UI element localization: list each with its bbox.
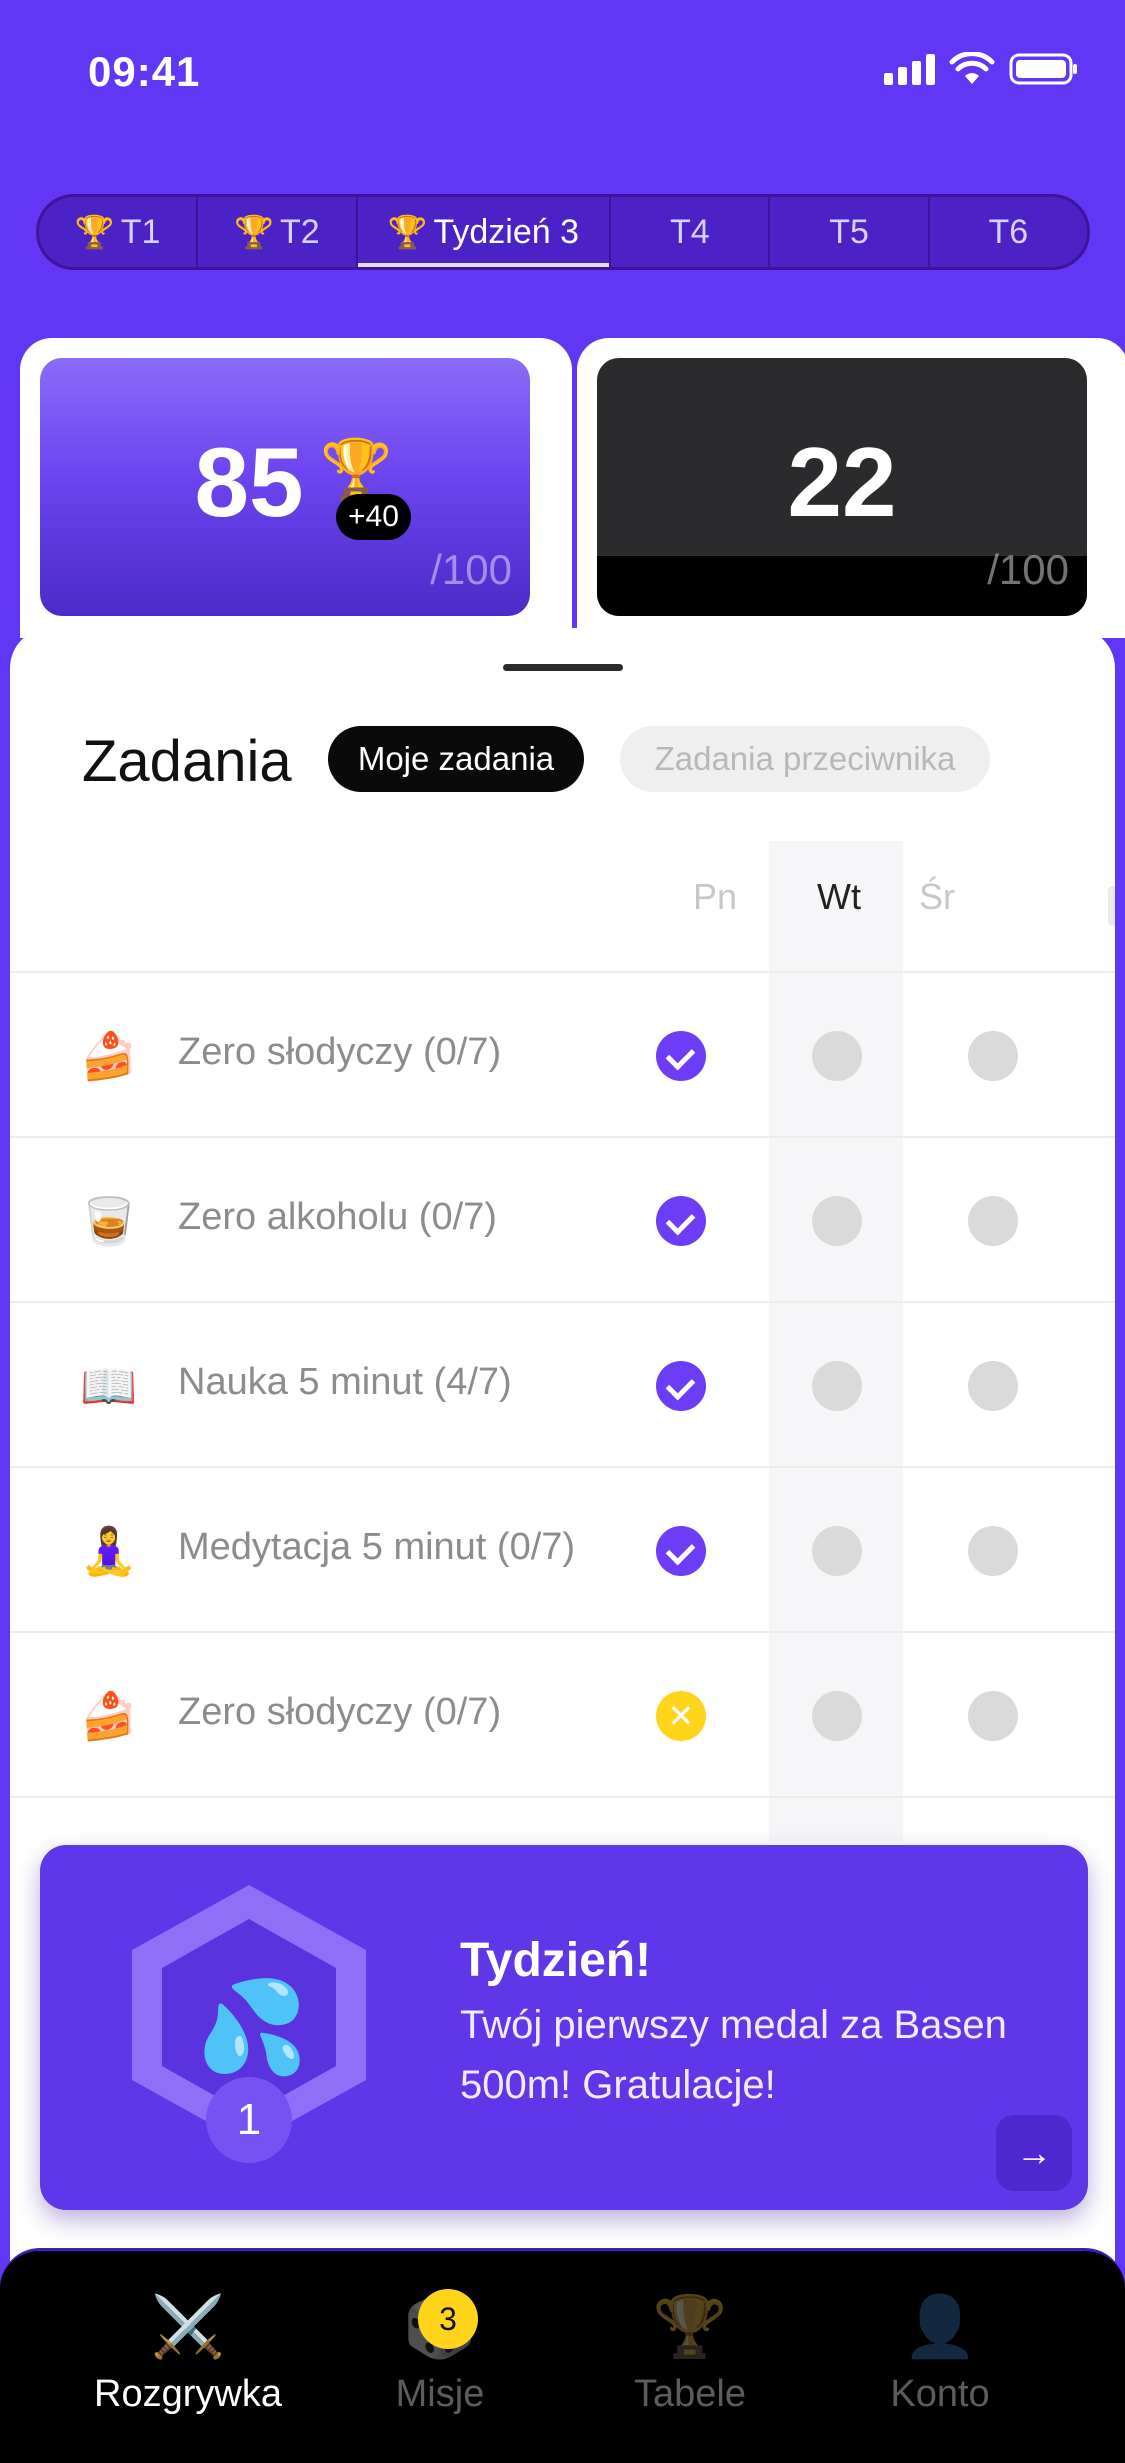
trophy-icon: 🏆 bbox=[234, 214, 274, 250]
check-icon[interactable] bbox=[656, 1196, 706, 1246]
status-bar: 09:41 bbox=[0, 0, 1125, 140]
week-tab-label: Tydzień 3 bbox=[433, 212, 580, 251]
check-icon[interactable] bbox=[656, 1526, 706, 1576]
tasks-title: Zadania bbox=[82, 729, 292, 794]
empty-day-dot[interactable] bbox=[812, 1691, 862, 1741]
nav-item-tabele[interactable]: 🏆 Tabele bbox=[570, 2291, 810, 2416]
scroll-hint bbox=[1108, 886, 1115, 926]
arrow-right-icon[interactable]: → bbox=[996, 2115, 1072, 2191]
water-drops-icon: 💦 bbox=[196, 1978, 309, 2078]
sheet-drag-handle[interactable] bbox=[503, 664, 623, 671]
medal-number: 1 bbox=[206, 2077, 292, 2163]
signal-icon bbox=[884, 53, 935, 85]
my-tasks-filter[interactable]: Moje zadania bbox=[328, 726, 584, 792]
my-score-max: /100 bbox=[430, 546, 512, 593]
empty-day-dot[interactable] bbox=[812, 1526, 862, 1576]
notification-badge: 3 bbox=[418, 2289, 478, 2349]
nav-item-misje[interactable]: 🎲Misje3 bbox=[320, 2289, 560, 2416]
cross-icon[interactable]: ✕ bbox=[656, 1691, 706, 1741]
my-score-panel: 85 🏆 +40 /100 bbox=[20, 338, 572, 638]
week-tabs: 🏆 T1 🏆 T2 🏆 Tydzień 3 T4 T5 T6 bbox=[36, 194, 1090, 270]
task-emoji-icon: 🍰 bbox=[80, 1030, 138, 1082]
task-row[interactable]: 🍰 Zero słodyczy (0/7) ✕ bbox=[10, 1631, 1115, 1796]
banner-text: Twój pierwszy medal za Basen 500m! Gratu… bbox=[460, 2003, 1007, 2107]
nav-item-label: Rozgrywka bbox=[94, 2373, 282, 2415]
check-icon[interactable] bbox=[656, 1361, 706, 1411]
task-emoji-icon: 🥃 bbox=[80, 1195, 138, 1247]
week-tab-label: T6 bbox=[988, 212, 1029, 251]
bottom-nav: ⚔️Rozgrywka🎲Misje3🏆Tabele👤Konto bbox=[0, 2248, 1125, 2463]
task-label: Zero słodyczy (0/7) bbox=[178, 1691, 502, 1733]
bonus-badge: +40 bbox=[336, 494, 411, 540]
status-time: 09:41 bbox=[88, 48, 201, 95]
task-row-divider bbox=[10, 1796, 1115, 1798]
opponent-score-max: /100 bbox=[987, 546, 1069, 593]
task-row[interactable]: 📖 Nauka 5 minut (4/7) bbox=[10, 1301, 1115, 1466]
task-row[interactable]: 🍰 Zero słodyczy (0/7) bbox=[10, 971, 1115, 1136]
task-row[interactable]: 🥃 Zero alkoholu (0/7) bbox=[10, 1136, 1115, 1301]
opponent-tasks-filter[interactable]: Zadania przeciwnika bbox=[620, 726, 990, 792]
week-tab-label: T2 bbox=[279, 212, 320, 251]
medal-banner[interactable]: 💦 1 Tydzień! Twój pierwszy medal za Base… bbox=[40, 1845, 1088, 2210]
empty-day-dot[interactable] bbox=[968, 1196, 1018, 1246]
task-row[interactable]: 🧘‍♀️ Medytacja 5 minut (0/7) bbox=[10, 1466, 1115, 1631]
task-emoji-icon: 📖 bbox=[80, 1360, 138, 1412]
day-header: Wt bbox=[817, 876, 861, 917]
week-tab[interactable]: 🏆 T1 bbox=[39, 197, 199, 267]
opponent-score-panel: 22 /100 bbox=[577, 338, 1125, 638]
empty-day-dot[interactable] bbox=[968, 1031, 1018, 1081]
week-tab[interactable]: T4 bbox=[611, 197, 771, 267]
task-emoji-icon: 🍰 bbox=[80, 1690, 138, 1742]
trophy-icon: 🏆 bbox=[387, 214, 428, 250]
wifi-icon bbox=[949, 52, 995, 84]
week-tab-label: T4 bbox=[669, 212, 710, 251]
banner-title: Tydzień! bbox=[460, 1934, 652, 1987]
my-score-value: 85 bbox=[194, 427, 304, 537]
day-header: Śr bbox=[919, 876, 955, 917]
check-icon[interactable] bbox=[656, 1031, 706, 1081]
task-label: Zero alkoholu (0/7) bbox=[178, 1196, 497, 1238]
battery-icon bbox=[1009, 53, 1077, 85]
nav-item-label: Konto bbox=[890, 2373, 990, 2415]
nav-item-label: Misje bbox=[395, 2373, 485, 2415]
nav-item-label: Tabele bbox=[634, 2373, 746, 2415]
status-icons bbox=[884, 52, 1079, 86]
week-tab[interactable]: T6 bbox=[930, 197, 1087, 267]
week-tab[interactable]: T5 bbox=[770, 197, 930, 267]
week-tab-label: T1 bbox=[120, 212, 161, 251]
trophy-icon: 🏆 bbox=[652, 2293, 728, 2360]
week-tab[interactable]: 🏆 T2 bbox=[198, 197, 358, 267]
empty-day-dot[interactable] bbox=[968, 1691, 1018, 1741]
my-score-card[interactable]: 85 🏆 +40 /100 bbox=[40, 358, 530, 616]
empty-day-dot[interactable] bbox=[812, 1196, 862, 1246]
swords-icon: ⚔️ bbox=[150, 2293, 226, 2360]
day-headers: Pn Wt Śr bbox=[10, 876, 1115, 936]
empty-day-dot[interactable] bbox=[812, 1361, 862, 1411]
week-tab-label: T5 bbox=[829, 212, 869, 251]
day-header: Pn bbox=[692, 876, 738, 917]
empty-day-dot[interactable] bbox=[968, 1361, 1018, 1411]
task-emoji-icon: 🧘‍♀️ bbox=[80, 1525, 138, 1577]
trophy-icon: 🏆 bbox=[74, 214, 115, 250]
task-label: Nauka 5 minut (4/7) bbox=[178, 1361, 512, 1403]
opponent-score-value: 22 bbox=[787, 427, 897, 537]
user-icon: 👤 bbox=[902, 2293, 978, 2360]
empty-day-dot[interactable] bbox=[812, 1031, 862, 1081]
opponent-score-card[interactable]: 22 /100 bbox=[597, 358, 1087, 616]
nav-item-konto[interactable]: 👤 Konto bbox=[820, 2291, 1060, 2416]
task-label: Medytacja 5 minut (0/7) bbox=[178, 1526, 576, 1568]
nav-item-rozgrywka[interactable]: ⚔️ Rozgrywka bbox=[68, 2291, 308, 2416]
week-tab[interactable]: 🏆 Tydzień 3 bbox=[357, 197, 612, 267]
task-label: Zero słodyczy (0/7) bbox=[178, 1031, 502, 1073]
empty-day-dot[interactable] bbox=[968, 1526, 1018, 1576]
